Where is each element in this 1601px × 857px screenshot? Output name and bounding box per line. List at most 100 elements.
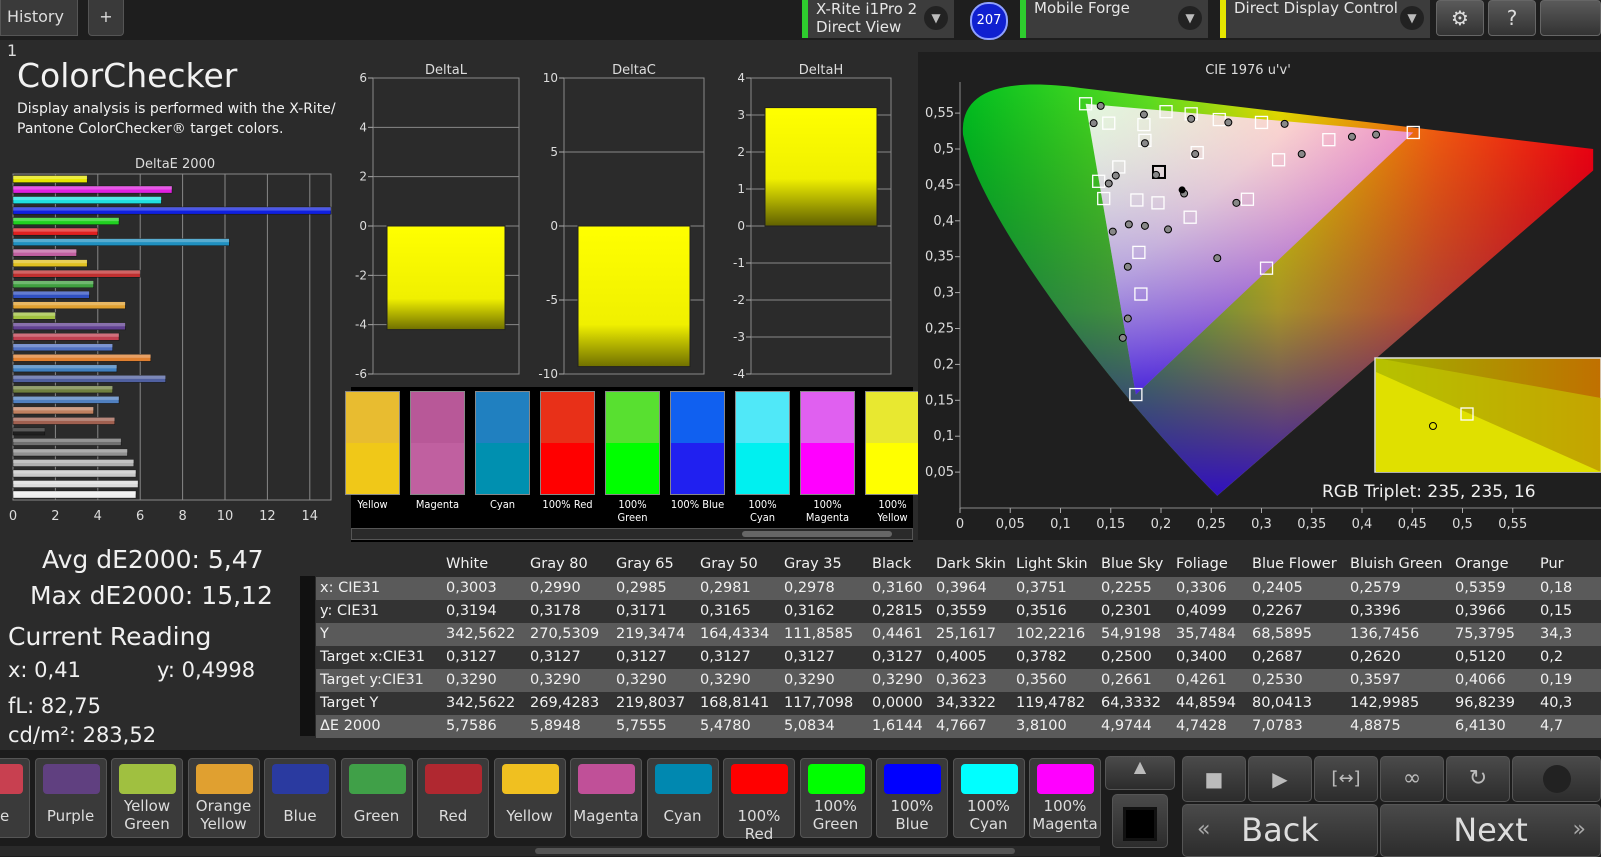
- swatch-yellow-green[interactable]: Yellow Green: [111, 758, 183, 838]
- deltae-bar-highlight: [13, 480, 139, 485]
- patch-100-yellow[interactable]: 100% Yellow: [865, 391, 920, 524]
- table-cell: 136,7456: [1350, 626, 1420, 642]
- back-button[interactable]: « Back: [1182, 804, 1378, 857]
- refresh-button[interactable]: ↻: [1446, 756, 1510, 802]
- scroll-up-button[interactable]: ▲: [1105, 756, 1175, 790]
- table-cell: 5,0834: [784, 718, 835, 734]
- table-cell: 0,3597: [1350, 672, 1401, 688]
- column-header[interactable]: Gray 50: [700, 553, 758, 576]
- swatch-red[interactable]: Red: [417, 758, 489, 838]
- swatch-purple[interactable]: Purple: [34, 758, 107, 838]
- table-cell: 0,15: [1540, 603, 1573, 619]
- stop-square-button[interactable]: [1112, 794, 1168, 848]
- patch-100-cyan[interactable]: 100% Cyan: [735, 391, 790, 524]
- table-row: x: CIE31 0,3003 0,2990 0,2985 0,2981 0,2978 0,…: [316, 577, 1601, 600]
- top-toolbar: History 1 + X-Rite i1Pro 2 Direct View ▼…: [0, 0, 1601, 60]
- table-cell: 270,5309: [530, 626, 600, 642]
- patch-strip: Yellow Magenta Cyan 100% Red 100% Green 100% …: [345, 387, 920, 542]
- swatch-green[interactable]: Green: [340, 758, 413, 838]
- step-button[interactable]: [↔]: [1314, 756, 1378, 802]
- patch-swatch: [540, 391, 595, 495]
- column-header[interactable]: Orange: [1455, 553, 1509, 576]
- swatch-cyan[interactable]: Cyan: [646, 758, 719, 838]
- reading-x: x: 0,41: [8, 658, 81, 682]
- column-header[interactable]: Black: [872, 553, 911, 576]
- column-header[interactable]: Dark Skin: [936, 553, 1006, 576]
- help-button[interactable]: ?: [1488, 0, 1536, 36]
- swatch-rate[interactable]: rate: [0, 758, 30, 838]
- column-header[interactable]: Pur: [1540, 553, 1564, 576]
- reading-y: y: 0,4998: [157, 658, 256, 682]
- x-tick-label: 6: [136, 509, 144, 524]
- play-button[interactable]: ▶: [1248, 756, 1312, 802]
- swatch-blue[interactable]: Blue: [264, 758, 336, 838]
- patch-100-red[interactable]: 100% Red: [540, 391, 595, 511]
- measured-marker: [1124, 220, 1133, 229]
- column-header[interactable]: Foliage: [1176, 553, 1228, 576]
- reading-fl: fL: 82,75: [8, 694, 101, 718]
- chevron-up-icon: ▲: [1133, 757, 1147, 776]
- add-tab-button[interactable]: +: [88, 0, 124, 36]
- table-cell: 0,2255: [1101, 580, 1152, 596]
- swatch-scrollbar[interactable]: [0, 846, 1100, 856]
- table-row: Target Y 342,5622 269,4283 219,8037 168,8141…: [316, 692, 1601, 715]
- column-header[interactable]: Blue Sky: [1101, 553, 1163, 576]
- y-tick-label: 4: [359, 120, 367, 134]
- swatch-orange-yellow[interactable]: Orange Yellow: [187, 758, 260, 838]
- patch-yellow[interactable]: Yellow: [345, 391, 400, 511]
- x-tick-label: 0,05: [996, 517, 1025, 532]
- swatch-100-magenta[interactable]: 100% Magenta: [1029, 758, 1101, 838]
- zoom-inset: [1374, 357, 1601, 473]
- swatch-yellow[interactable]: Yellow: [493, 758, 566, 838]
- meter-dropdown[interactable]: X-Rite i1Pro 2 Direct View ▼: [802, 0, 954, 38]
- column-header[interactable]: Gray 35: [784, 553, 842, 576]
- patch-100-magenta[interactable]: 100% Magenta: [800, 391, 855, 524]
- x-tick-label: 10: [217, 509, 234, 524]
- loop-button[interactable]: ∞: [1380, 756, 1444, 802]
- scrollbar-thumb[interactable]: [535, 848, 1015, 854]
- next-button[interactable]: Next »: [1380, 804, 1601, 857]
- swatch-100-red[interactable]: 100% Red: [723, 758, 795, 843]
- column-header[interactable]: Bluish Green: [1350, 553, 1442, 576]
- delta-chart-deltac: DeltaC 10 5 0 -5 -10: [538, 63, 705, 381]
- swatch-100-green[interactable]: 100% Green: [799, 758, 872, 838]
- patch-100-green[interactable]: 100% Green: [605, 391, 660, 524]
- stop-button[interactable]: ■: [1182, 756, 1246, 802]
- patch-scrollbar[interactable]: [351, 528, 913, 540]
- tab-history-1[interactable]: History 1: [0, 0, 78, 60]
- settings-button[interactable]: ⚙: [1436, 0, 1484, 36]
- table-cell: 1,6144: [872, 718, 923, 734]
- record-button[interactable]: [1512, 756, 1601, 802]
- deltae-bar-highlight: [13, 270, 141, 274]
- gear-icon: ⚙: [1451, 6, 1469, 30]
- column-header[interactable]: Gray 65: [616, 553, 674, 576]
- table-cell: 0,3400: [1176, 649, 1227, 665]
- swatch-magenta[interactable]: Magenta: [570, 758, 642, 838]
- delta-chart-deltal: DeltaL 6 4 2 0 -2 -4 -6: [355, 63, 520, 381]
- table-cell: 0,2: [1540, 649, 1564, 665]
- swatch-color: [960, 764, 1018, 794]
- patch-cyan[interactable]: Cyan: [475, 391, 530, 511]
- profile-dropdown[interactable]: Mobile Forge ▼: [1020, 0, 1208, 38]
- column-header[interactable]: Light Skin: [1016, 553, 1088, 576]
- control-dropdown[interactable]: Direct Display Control ▼: [1220, 0, 1430, 38]
- column-header[interactable]: Blue Flower: [1252, 553, 1337, 576]
- swatch-100-blue[interactable]: 100% Blue: [876, 758, 948, 838]
- record-icon: [1542, 765, 1571, 793]
- table-cell: 0,3171: [616, 603, 667, 619]
- y-tick-label: -2: [733, 293, 745, 307]
- swatch-100-cyan[interactable]: 100% Cyan: [952, 758, 1025, 838]
- back-label: Back: [1241, 811, 1319, 849]
- patch-magenta[interactable]: Magenta: [410, 391, 465, 511]
- patch-100-blue[interactable]: 100% Blue: [670, 391, 725, 511]
- table-cell: 0,2978: [784, 580, 835, 596]
- patch-swatch: [410, 391, 465, 495]
- more-button[interactable]: [1540, 0, 1601, 36]
- table-cell: 342,5622: [446, 695, 516, 711]
- y-tick-label: 0,45: [925, 178, 954, 193]
- swatch-color: [731, 764, 788, 794]
- max-de2000: Max dE2000: 15,12: [30, 581, 273, 610]
- scrollbar-thumb[interactable]: [742, 531, 892, 537]
- column-header[interactable]: Gray 80: [530, 553, 588, 576]
- column-header[interactable]: White: [446, 553, 488, 576]
